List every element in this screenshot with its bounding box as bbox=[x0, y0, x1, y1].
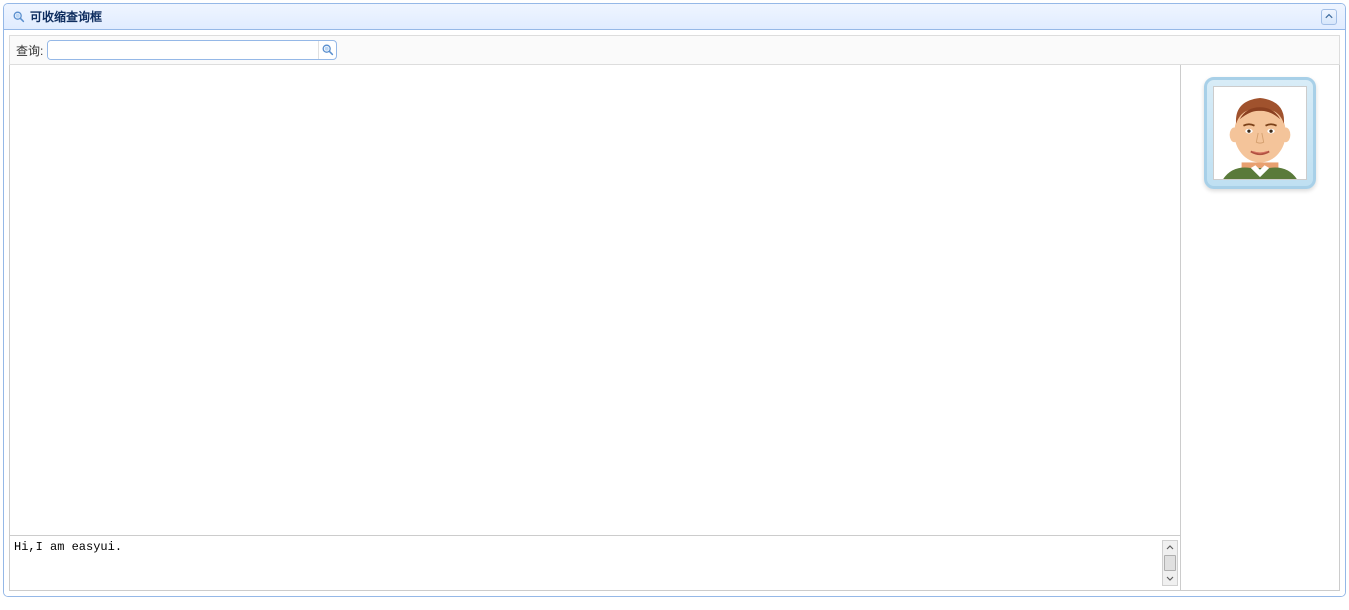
south-text: Hi,I am easyui. bbox=[14, 540, 122, 554]
layout: Hi,I am easyui. bbox=[9, 65, 1340, 591]
toolbar: 查询: bbox=[9, 35, 1340, 65]
search-label: 查询: bbox=[16, 42, 43, 59]
south-region: Hi,I am easyui. bbox=[10, 535, 1180, 590]
search-input[interactable] bbox=[48, 41, 318, 59]
panel-body: 查询: Hi,I am easyui. bbox=[4, 30, 1345, 596]
searchbox bbox=[47, 40, 337, 60]
main-panel: 可收缩查询框 查询: bbox=[3, 3, 1346, 597]
search-icon bbox=[12, 10, 26, 24]
scroll-down-icon[interactable] bbox=[1163, 571, 1177, 585]
center-main bbox=[10, 65, 1180, 535]
center-region: Hi,I am easyui. bbox=[10, 65, 1181, 590]
scroll-thumb[interactable] bbox=[1164, 555, 1176, 571]
south-wrapper: Hi,I am easyui. bbox=[10, 535, 1180, 590]
avatar bbox=[1213, 86, 1307, 180]
east-region bbox=[1181, 65, 1339, 590]
collapse-button[interactable] bbox=[1321, 9, 1337, 25]
scrollbar[interactable] bbox=[1162, 540, 1178, 586]
search-button[interactable] bbox=[318, 41, 336, 59]
scroll-up-icon[interactable] bbox=[1163, 541, 1177, 555]
avatar-frame bbox=[1204, 77, 1316, 189]
panel-title: 可收缩查询框 bbox=[30, 8, 102, 25]
panel-title-wrap: 可收缩查询框 bbox=[12, 8, 102, 25]
panel-header: 可收缩查询框 bbox=[4, 4, 1345, 30]
